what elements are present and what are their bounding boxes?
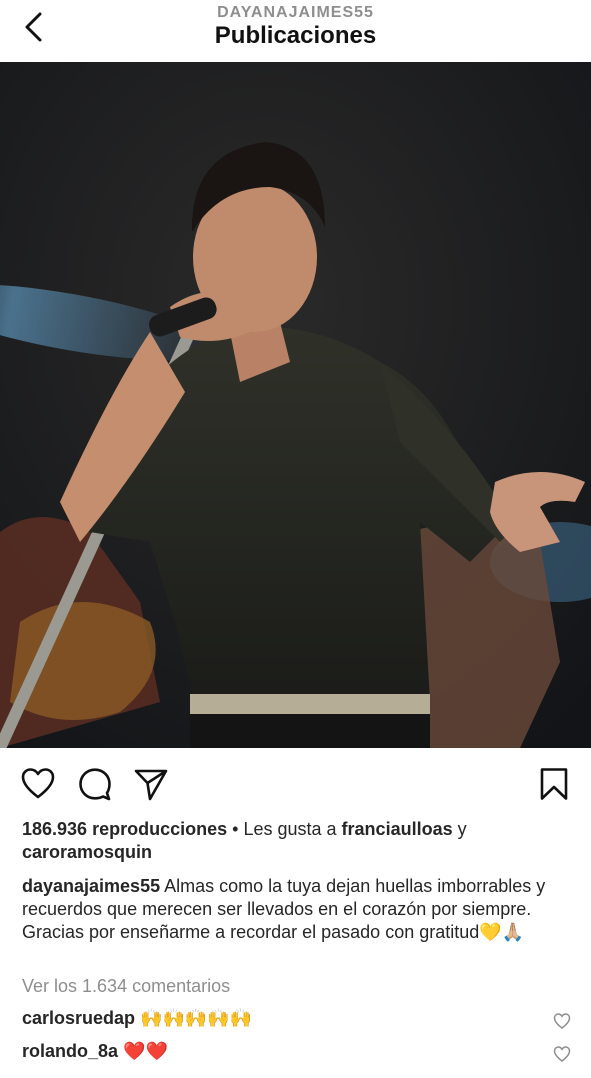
- heart-icon: [21, 768, 55, 799]
- like-button[interactable]: [20, 766, 56, 802]
- comment-row: rolando_8a ❤️❤️: [22, 1041, 572, 1069]
- heart-icon: [553, 1046, 571, 1062]
- share-button[interactable]: [133, 766, 169, 802]
- save-button[interactable]: [536, 766, 572, 802]
- comment-like-button[interactable]: [553, 1012, 571, 1030]
- liked-user-link[interactable]: caroramosquin: [22, 842, 152, 862]
- post-stats: 186.936 reproducciones • Les gusta a fra…: [22, 818, 572, 864]
- comment-text: 🙌🙌🙌🙌🙌: [140, 1008, 253, 1028]
- top-bar: DAYANAJAIMES55 Publicaciones: [0, 0, 591, 62]
- comment-username[interactable]: carlosruedap: [22, 1008, 135, 1028]
- header-username: DAYANAJAIMES55: [217, 4, 374, 21]
- caption-username[interactable]: dayanajaimes55: [22, 876, 160, 896]
- comment-icon: [79, 768, 111, 801]
- views-count[interactable]: 186.936 reproducciones: [22, 819, 227, 839]
- heart-icon: [553, 1013, 571, 1029]
- post-photo[interactable]: [0, 62, 591, 748]
- comment-username[interactable]: rolando_8a: [22, 1041, 118, 1061]
- liked-user-link[interactable]: franciaulloas: [342, 819, 453, 839]
- comment-like-button[interactable]: [553, 1045, 571, 1063]
- comment-row: carlosruedap 🙌🙌🙌🙌🙌: [22, 1008, 572, 1036]
- comment-button[interactable]: [77, 766, 113, 802]
- post-caption: dayanajaimes55 Almas como la tuya dejan …: [22, 875, 572, 944]
- view-comments-link[interactable]: Ver los 1.634 comentarios: [22, 975, 572, 998]
- comment-text: ❤️❤️: [123, 1041, 168, 1061]
- send-icon: [134, 769, 168, 801]
- liked-conjunction: y: [457, 819, 467, 839]
- bookmark-icon: [540, 768, 568, 800]
- liked-prefix: Les gusta a: [243, 819, 337, 839]
- concert-singer-image: [0, 62, 591, 748]
- post-actions: [0, 756, 591, 808]
- separator-dot: •: [232, 819, 239, 839]
- page-title: Publicaciones: [214, 22, 377, 49]
